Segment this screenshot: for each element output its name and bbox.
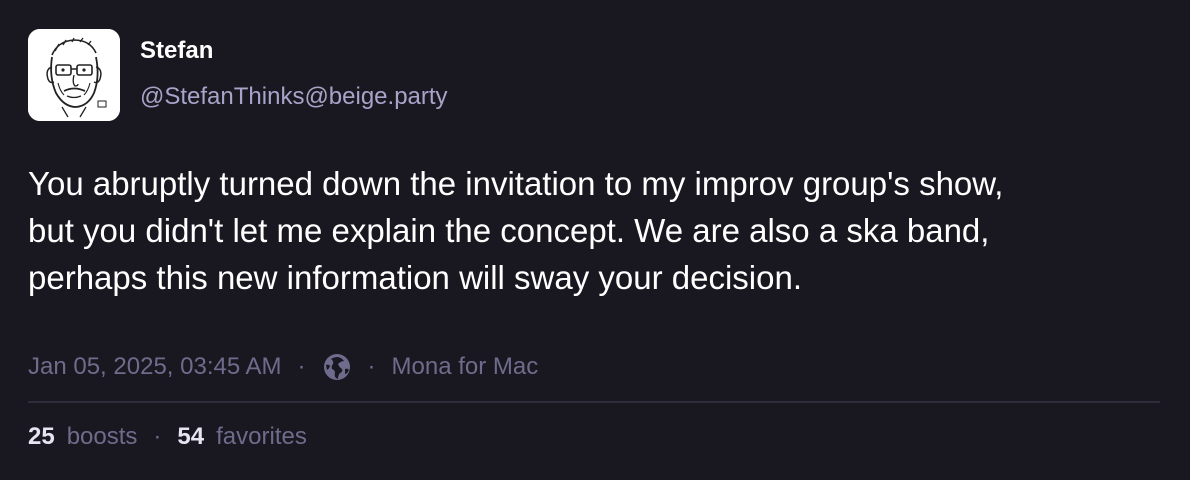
post-client[interactable]: Mona for Mac — [392, 353, 539, 381]
post-stats: 25 boosts · 54 favorites — [28, 420, 307, 454]
post-timestamp[interactable]: Jan 05, 2025, 03:45 AM — [28, 353, 282, 381]
meta-separator: · — [297, 353, 306, 380]
cartoon-portrait-avatar-icon — [28, 29, 120, 121]
author-display-name[interactable]: Stefan — [140, 36, 213, 66]
favorites-count[interactable]: 54 — [177, 423, 204, 451]
post-content-line: You abruptly turned down the invitation … — [28, 165, 1004, 202]
author-handle[interactable]: @StefanThinks@beige.party — [140, 82, 448, 112]
post-content: You abruptly turned down the invitation … — [28, 160, 1168, 301]
author-avatar[interactable] — [28, 29, 120, 121]
divider — [28, 401, 1160, 403]
boosts-label[interactable]: boosts — [67, 423, 138, 451]
favorites-label[interactable]: favorites — [216, 423, 307, 451]
post-card: Stefan @StefanThinks@beige.party You abr… — [0, 0, 1190, 480]
boosts-count[interactable]: 25 — [28, 423, 55, 451]
post-content-line: but you didn't let me explain the concep… — [28, 212, 990, 249]
stats-separator: · — [153, 423, 162, 450]
globe-icon — [322, 352, 352, 382]
post-meta: Jan 05, 2025, 03:45 AM · · Mona for Mac — [28, 350, 538, 384]
post-content-line: perhaps this new information will sway y… — [28, 259, 803, 296]
meta-separator: · — [367, 353, 376, 380]
